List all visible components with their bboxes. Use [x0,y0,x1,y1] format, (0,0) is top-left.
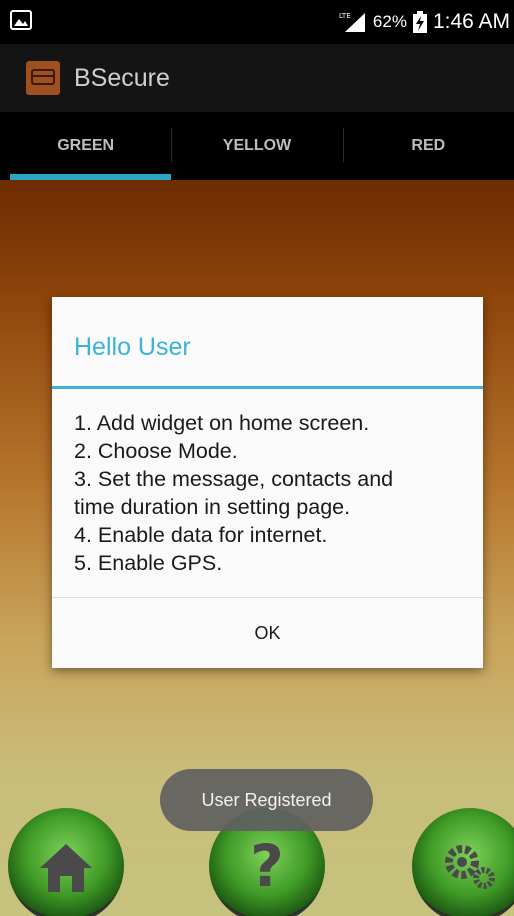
instruction-line: time duration in setting page. [74,495,351,519]
toast-message: User Registered [160,769,373,831]
instruction-line: 1. Add widget on home screen. [74,411,370,435]
dialog-title-divider [52,386,483,389]
hello-user-dialog: Hello User 1. Add widget on home screen.… [52,297,483,668]
dialog-title: Hello User [74,333,191,361]
instruction-line: 5. Enable GPS. [74,551,223,575]
instruction-line: 2. Choose Mode. [74,439,238,463]
instruction-line: 4. Enable data for internet. [74,523,328,547]
dialog-message: 1. Add widget on home screen. 2. Choose … [74,409,474,577]
instruction-line: 3. Set the message, contacts and [74,467,394,491]
ok-button[interactable]: OK [52,598,483,668]
